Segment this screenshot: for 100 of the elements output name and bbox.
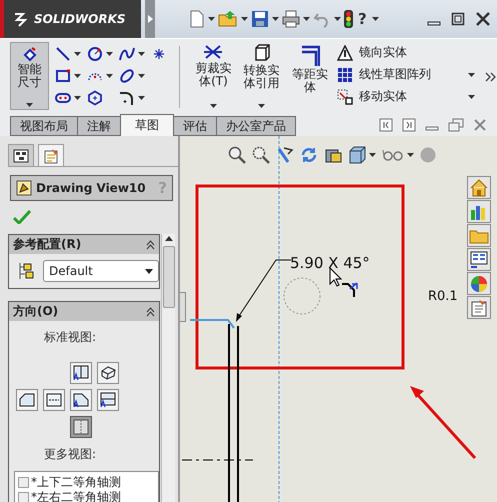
ribbon-tab[interactable]: 草图 [120,114,174,136]
caret-icon[interactable] [210,104,217,108]
command-link[interactable]: 镜向实体 [359,44,408,61]
view-button[interactable] [70,389,92,411]
scrollbar[interactable] [161,234,175,502]
caret-icon[interactable] [258,104,266,108]
caret-icon[interactable] [468,94,476,98]
move-icon[interactable] [337,88,354,104]
printer-icon[interactable] [282,10,300,28]
menu-expander[interactable] [145,0,155,38]
dimension-label: 5.90 X 45° [290,254,370,272]
help-button[interactable]: ? [356,10,369,28]
caret-icon[interactable] [138,96,146,100]
caret-icon[interactable] [303,17,310,21]
traffic-light-icon[interactable] [344,10,353,28]
ribbon-tool-button[interactable]: 等距实体 [288,42,332,114]
circle-icon[interactable] [87,46,104,62]
tile-right-icon[interactable] [402,118,416,132]
radius-label: R0.1 [428,289,458,304]
view-button[interactable] [97,362,119,384]
section-label: 更多视图: [44,446,98,463]
view-button[interactable] [43,389,65,411]
caret-icon[interactable] [74,74,82,78]
caret-icon[interactable] [26,103,34,107]
restore-icon[interactable] [448,118,464,132]
task-pane-button[interactable] [467,296,491,319]
maximize-icon[interactable] [451,12,465,26]
view-button[interactable] [97,389,119,411]
section-label: 标准视图: [44,329,98,346]
command-link[interactable]: 移动实体 [359,88,408,105]
checkbox[interactable] [18,477,29,488]
leader-line [236,260,292,322]
checkbox[interactable] [18,492,29,502]
ellipse-icon[interactable] [119,68,136,84]
save-icon[interactable] [251,10,269,28]
slot-icon[interactable] [55,90,72,106]
sphere-icon [469,274,489,294]
smart-dimension-button[interactable]: 智能尺寸 [10,42,50,110]
scroll-thumb[interactable] [162,246,174,308]
caret-icon[interactable] [106,52,114,56]
collapse-handle[interactable] [180,292,186,322]
caret-icon[interactable] [74,96,82,100]
task-pane-button[interactable] [467,248,491,271]
configuration-dropdown[interactable]: Default [43,260,159,282]
view-button[interactable] [70,362,92,384]
rectangle-icon[interactable] [55,68,72,84]
panel-title: Drawing View10 [36,181,146,195]
tree-icon [13,148,29,162]
ribbon-tab[interactable]: 评估 [173,116,217,136]
list-item[interactable]: *上下二等角轴测 [31,475,121,490]
caret-icon[interactable] [74,52,82,56]
fillet-icon[interactable] [119,90,136,106]
caret-icon[interactable] [241,17,248,21]
more-icon[interactable] [485,72,497,82]
caret-icon[interactable] [372,17,379,21]
group-heading: 参考配置(R) [13,236,82,253]
new-document-icon[interactable] [189,10,205,28]
panel-tab[interactable] [38,144,64,166]
caret-icon[interactable] [272,17,279,21]
group-heading: 方向(O) [13,303,58,320]
caret-icon[interactable] [334,17,341,21]
caret-icon[interactable] [369,153,376,157]
spline-icon[interactable] [119,46,136,62]
view-button[interactable] [16,389,38,411]
scroll-up-icon[interactable] [164,236,172,241]
drawing-view-icon [16,180,32,196]
caret-icon[interactable] [407,153,414,157]
command-link[interactable]: 线性草图阵列 [359,66,432,83]
dashed-circle [284,278,320,314]
glasses-icon[interactable] [382,148,404,162]
form-icon [469,250,489,270]
caret-icon[interactable] [138,52,146,56]
panel-tab[interactable] [8,144,34,166]
collapse-icon[interactable] [146,240,155,250]
ribbon-tab[interactable]: 视图布局 [10,116,78,136]
ribbon-tool-button[interactable]: 剪裁实体(T) [192,42,235,114]
caret-icon[interactable] [138,74,146,78]
caret-icon[interactable] [106,74,114,78]
pattern-icon[interactable] [337,66,354,82]
ribbon-tab[interactable]: 办公室产品 [216,116,296,136]
view-icon [71,363,91,383]
caret-icon[interactable] [208,17,215,21]
zoom-fit-icon[interactable] [228,146,246,164]
caret-icon[interactable] [468,72,476,76]
close-icon[interactable] [475,12,491,26]
ok-icon[interactable] [13,210,31,224]
polygon-icon[interactable] [87,90,104,106]
ribbon-tab[interactable]: 注解 [77,116,121,136]
cube-icon[interactable] [348,146,366,164]
zoom-area-icon[interactable] [252,146,270,164]
collapse-icon[interactable] [146,306,155,316]
ribbon-tool-button[interactable]: 转换实体引用 [240,42,283,114]
logo-icon [12,10,30,28]
caret-icon [145,268,153,274]
rotate-icon[interactable] [300,146,318,164]
tile-left-icon[interactable] [379,118,393,132]
offset-icon [300,44,320,66]
line-icon[interactable] [55,46,72,62]
view-icon [71,417,91,437]
arrow-icon [148,15,152,23]
